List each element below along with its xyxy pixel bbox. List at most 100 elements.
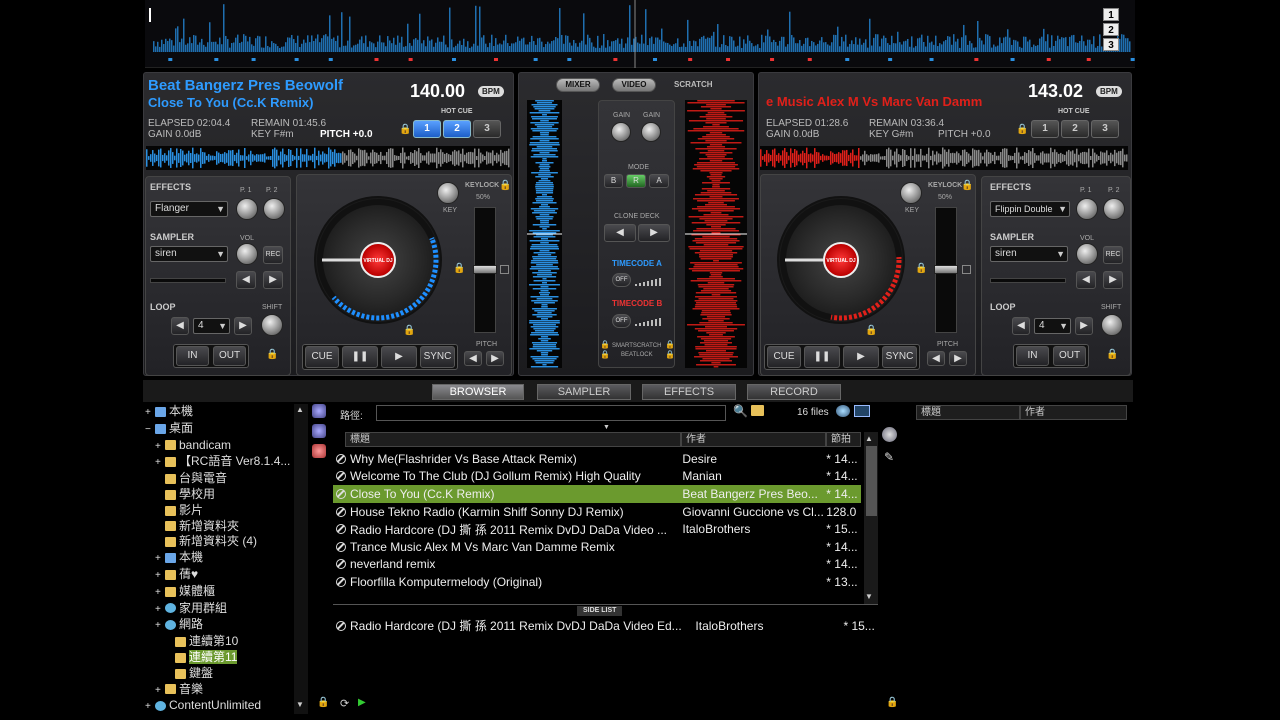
lock-icon[interactable]: 🔒 xyxy=(915,263,927,274)
list-scroll-thumb[interactable] xyxy=(866,446,877,516)
right-loop-shift-knob[interactable] xyxy=(1101,314,1123,336)
lock-icon[interactable]: 🔒 xyxy=(600,350,610,359)
clone-right-button[interactable]: ▶ xyxy=(638,224,670,242)
left-loop-double-button[interactable]: ▶ xyxy=(234,317,252,335)
tab-mixer[interactable]: MIXER xyxy=(556,78,600,92)
lock-icon[interactable]: 🔒 xyxy=(1106,349,1118,360)
expand-icon[interactable]: + xyxy=(155,602,165,618)
right-loop-double-button[interactable]: ▶ xyxy=(1075,317,1093,335)
right-pitch-down-button[interactable]: ◀ xyxy=(927,351,945,366)
gain-left-knob[interactable] xyxy=(611,122,631,142)
scroll-up-icon[interactable]: ▲ xyxy=(296,405,304,414)
left-hotcue-1[interactable]: 1 xyxy=(413,120,441,138)
search-input[interactable] xyxy=(376,405,726,421)
expand-icon[interactable]: + xyxy=(155,585,165,601)
left-loop-select[interactable]: 4 xyxy=(193,318,230,334)
play-icon[interactable]: ▶ xyxy=(358,697,366,708)
tree-node[interactable]: 連續第11 xyxy=(145,649,295,666)
left-loop-shift-knob[interactable] xyxy=(261,314,283,336)
tree-node[interactable]: + 音樂 xyxy=(145,682,295,699)
scroll-up-icon[interactable]: ▲ xyxy=(865,434,873,443)
lock-icon[interactable]: 🔒 xyxy=(403,325,415,336)
left-pitch-down-button[interactable]: ◀ xyxy=(464,351,482,366)
lock-icon[interactable]: 🔒 xyxy=(865,325,877,336)
deck-1-select[interactable]: 1 xyxy=(1103,8,1119,21)
collapse-icon[interactable]: − xyxy=(145,422,155,438)
right-effect-p2-knob[interactable] xyxy=(1103,198,1125,220)
tree-node[interactable]: − 桌面 xyxy=(145,421,295,438)
tree-node[interactable]: + ContentUnlimited xyxy=(145,698,295,715)
table-row[interactable]: House Tekno Radio (Karmin Shiff Sonny DJ… xyxy=(333,503,861,521)
left-sampler-next-button[interactable]: ▶ xyxy=(263,271,283,289)
lock-icon[interactable]: 🔒 xyxy=(266,349,278,360)
left-jog-wheel[interactable]: VIRTUAL DJ xyxy=(314,196,442,324)
clone-left-button[interactable]: ◀ xyxy=(604,224,636,242)
expand-icon[interactable]: + xyxy=(145,405,155,421)
table-row[interactable]: Welcome To The Club (DJ Gollum Remix) Hi… xyxy=(333,468,861,486)
left-loop-half-button[interactable]: ◀ xyxy=(171,317,189,335)
tree-node[interactable]: 影片 xyxy=(145,503,295,519)
tree-node[interactable]: + 本機 xyxy=(145,404,295,421)
right-sampler-prev-button[interactable]: ◀ xyxy=(1076,271,1096,289)
right-sampler-vol-knob[interactable] xyxy=(1076,243,1098,265)
tree-node[interactable]: + bandicam xyxy=(145,438,295,455)
lock-icon[interactable]: 🔒 xyxy=(961,180,973,191)
overview-waveform[interactable] xyxy=(145,0,1135,68)
lock-icon[interactable]: 🔒 xyxy=(665,340,675,349)
right-pitch-reset[interactable] xyxy=(962,265,971,274)
scroll-down-icon[interactable]: ▼ xyxy=(865,592,873,601)
tree-scrollbar[interactable] xyxy=(294,404,308,714)
right-jog-wheel[interactable]: VIRTUAL DJ xyxy=(777,196,905,324)
tab-sampler[interactable]: SAMPLER xyxy=(537,384,631,400)
right-loop-out-button[interactable]: OUT xyxy=(1053,346,1086,366)
gain-right-knob[interactable] xyxy=(641,122,661,142)
add-virtual-folder-icon[interactable] xyxy=(312,424,326,438)
right-loop-half-button[interactable]: ◀ xyxy=(1012,317,1030,335)
left-sampler-select[interactable]: siren xyxy=(150,246,228,262)
right-hotcue-3[interactable]: 3 xyxy=(1091,120,1119,138)
tree-node[interactable]: + 【RC語音 Ver8.1.4... xyxy=(145,454,295,471)
left-pitch-handle[interactable] xyxy=(473,265,497,274)
tab-video[interactable]: VIDEO xyxy=(612,78,656,92)
table-row[interactable]: Floorfilla Komputermelody (Original) * 13… xyxy=(333,573,861,591)
tree-node[interactable]: 鍵盤 xyxy=(145,666,295,682)
left-sampler-vol-knob[interactable] xyxy=(236,243,258,265)
add-filter-folder-icon[interactable] xyxy=(312,444,326,458)
expand-icon[interactable]: + xyxy=(155,568,165,584)
side-column-title-header[interactable]: 標題 xyxy=(916,405,1020,420)
left-sampler-rec-button[interactable]: REC xyxy=(263,246,283,264)
refresh-icon[interactable]: ⟳ xyxy=(340,697,349,710)
left-deck-bpm-badge[interactable]: BPM xyxy=(478,86,504,97)
expand-icon[interactable]: + xyxy=(155,683,165,699)
left-pitch-up-button[interactable]: ▶ xyxy=(486,351,504,366)
mode-a-button[interactable]: A xyxy=(649,174,669,188)
left-loop-out-button[interactable]: OUT xyxy=(213,346,246,366)
left-vertical-waveform[interactable] xyxy=(527,100,562,368)
column-bpm-header[interactable]: 節拍 xyxy=(826,432,861,447)
tree-node[interactable]: + 媒體櫃 xyxy=(145,584,295,601)
tree-node[interactable]: + 網路 xyxy=(145,617,295,634)
left-cue-button[interactable]: CUE xyxy=(305,346,339,368)
left-pitch-reset[interactable] xyxy=(500,265,509,274)
right-vertical-waveform[interactable] xyxy=(685,100,747,368)
left-deck-waveform[interactable] xyxy=(146,146,510,170)
tree-node[interactable]: + 本機 xyxy=(145,550,295,567)
folder-icon[interactable] xyxy=(751,405,764,416)
tree-node[interactable]: 台與電音 xyxy=(145,471,295,487)
right-key-knob[interactable] xyxy=(900,182,922,204)
expand-icon[interactable]: + xyxy=(155,439,165,455)
left-effect-p1-knob[interactable] xyxy=(236,198,258,220)
lock-icon[interactable]: 🔒 xyxy=(886,697,898,708)
right-loop-select[interactable]: 4 xyxy=(1034,318,1071,334)
tab-record[interactable]: RECORD xyxy=(747,384,841,400)
expand-icon[interactable]: + xyxy=(155,455,165,471)
tab-browser[interactable]: BROWSER xyxy=(432,384,524,400)
tree-node[interactable]: 連續第10 xyxy=(145,634,295,650)
left-sync-button[interactable]: SYNC xyxy=(420,346,455,368)
column-title-header[interactable]: 標題 xyxy=(345,432,681,447)
right-loop-in-button[interactable]: IN xyxy=(1016,346,1049,366)
left-hotcue-2[interactable]: 2 xyxy=(443,120,471,138)
left-hotcue-3[interactable]: 3 xyxy=(473,120,501,138)
tree-node[interactable]: + 家用群組 xyxy=(145,601,295,618)
left-play-button[interactable]: ▶ xyxy=(381,346,417,368)
